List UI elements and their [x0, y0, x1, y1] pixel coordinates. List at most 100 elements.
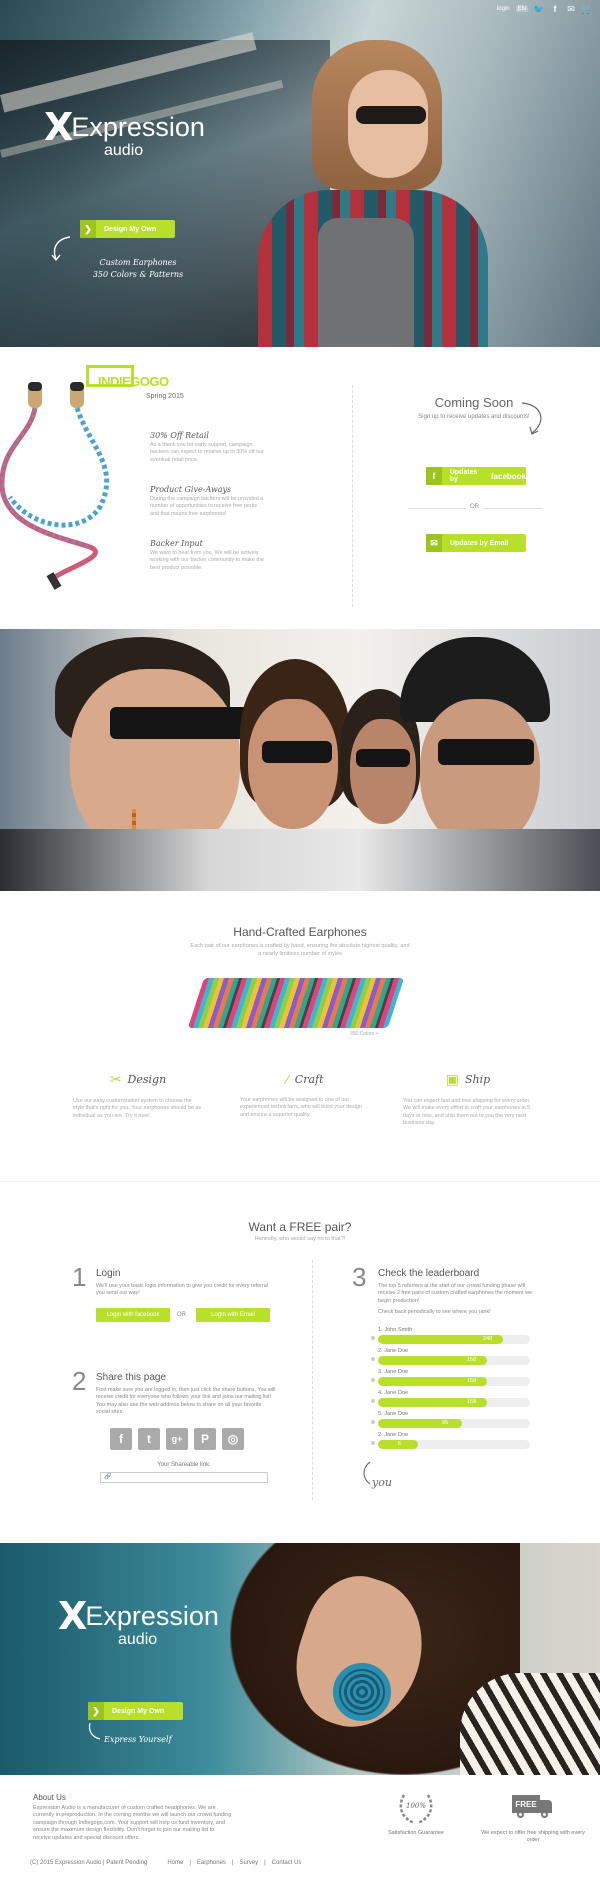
earphone-cables-image [187, 978, 405, 1028]
footer: About Us Expression Audio is a manufactu… [0, 1775, 600, 1877]
leaderboard-name: 2. Jane Doe [378, 1348, 409, 1354]
hero-tagline: Custom Earphones 350 Colors & Patterns [92, 258, 184, 279]
mail-icon[interactable]: ✉ [566, 4, 576, 14]
link-icon: 🔗 [104, 1474, 112, 1480]
shareable-link-input[interactable]: 🔗 [100, 1472, 268, 1483]
about-text: Expression Audio is a manufacturer of cu… [33, 1805, 232, 1841]
rank-dot [371, 1441, 375, 1445]
photo-person-face [350, 719, 416, 824]
login-with-email-button[interactable]: Login with Email [196, 1308, 270, 1322]
perk-item: 30% Off Retail As a thank you for early … [150, 431, 264, 463]
curved-arrow-icon [521, 402, 542, 435]
photo-sunglasses [438, 739, 534, 765]
google-plus-share-icon[interactable]: g+ [166, 1428, 188, 1450]
utensils-icon: ✂ [109, 1071, 122, 1087]
leaderboard-bar-track: 158 [378, 1398, 530, 1407]
facebook-icon[interactable]: f [550, 4, 560, 14]
design-my-own-button[interactable]: ❯ Design My Own [88, 1702, 183, 1720]
perk-item: Backer Input We want to hear from you. W… [150, 539, 264, 571]
hero-section: login EN 🐦 f ✉ 🛒 X Expression audio ❯ De… [0, 0, 600, 347]
section-subtitle: Honestly, who would say no to that?! [254, 1236, 346, 1242]
section-divider [312, 1260, 313, 1500]
indiegogo-badge: INDIEGOGO Spring 2015 [86, 365, 184, 400]
pinterest-share-icon[interactable]: P [194, 1428, 216, 1450]
feature-ship: ▣ Ship You can expect fast and free ship… [403, 1071, 531, 1126]
login-with-facebook-button[interactable]: Login with facebook [96, 1308, 170, 1322]
step-number: 1 [72, 1262, 87, 1292]
model-shirt [460, 1673, 600, 1775]
updates-by-email-button[interactable]: ✉ Updates by Email [426, 534, 526, 552]
perk-item: Product Give-Aways During the campaign b… [150, 485, 264, 517]
leaderboard-name: 3. Jane Doe [378, 1369, 409, 1375]
leaderboard-bar-track: 158 [378, 1356, 530, 1365]
cart-icon[interactable]: 🛒 [581, 4, 592, 14]
friends-photo [0, 629, 600, 891]
brand-logo[interactable]: X Expression audio [58, 1597, 219, 1649]
mail-icon: ✉ [426, 534, 442, 552]
leaderboard-name: 1. John Smith [378, 1327, 413, 1333]
about-title: About Us [33, 1793, 66, 1802]
leaderboard-bar-track: 158 [378, 1377, 530, 1386]
leaderboard-score: 6 [398, 1441, 402, 1447]
step-text: First make sure you are logged in, then … [96, 1387, 276, 1415]
leaderboard-score: 158 [467, 1399, 477, 1405]
step-number: 2 [72, 1366, 87, 1396]
facebook-share-icon[interactable]: f [110, 1428, 132, 1450]
leaderboard-score: 158 [467, 1378, 477, 1384]
cables-caption: 350 Colors + [350, 1031, 379, 1037]
rank-dot [371, 1420, 375, 1424]
hero-bottom-section: X Expression audio ❯ Design My Own Expre… [0, 1543, 600, 1775]
social-share-row: f t g+ P ◎ [110, 1428, 244, 1450]
leaderboard-row: 3. Jane Doe 158 [371, 1369, 530, 1386]
brand-logo[interactable]: X Expression audio [44, 108, 205, 160]
leaderboard-score: 158 [467, 1357, 477, 1363]
updates-by-facebook-button[interactable]: f Updates by facebook [426, 467, 526, 485]
copyright-text: (C) 2015 Expression Audio | Patent Pendi… [30, 1860, 148, 1866]
leaderboard-bar-track: 95 [378, 1419, 530, 1428]
hand-crafted-section: Hand-Crafted Earphones Each pair of our … [0, 891, 600, 1181]
top-bar: login EN 🐦 f ✉ 🛒 [497, 4, 593, 15]
leaderboard-row: 4. Jane Doe 158 [371, 1390, 530, 1407]
footer-link-home[interactable]: Home [167, 1860, 183, 1866]
leaderboard-name: 4. Jane Doe [378, 1390, 409, 1396]
step-text: The top 5 referrers at the start of our … [378, 1283, 533, 1304]
facebook-icon: f [426, 467, 442, 485]
rank-dot [371, 1399, 375, 1403]
footer-link-survey[interactable]: Survey [239, 1860, 258, 1866]
hero-tagline: Express Yourself [104, 1735, 172, 1744]
twitter-share-icon[interactable]: t [138, 1428, 160, 1450]
leaderboard-name: 2. Jane Doe [378, 1432, 409, 1438]
hero-model-face [348, 70, 428, 178]
leaderboard-score: 95 [442, 1420, 449, 1426]
design-my-own-button[interactable]: ❯ Design My Own [80, 220, 175, 238]
footer-bottom-bar: (C) 2015 Expression Audio | Patent Pendi… [30, 1860, 302, 1866]
needle-icon: ∕ [286, 1071, 289, 1087]
leaderboard: 1. John Smith 240 2. Jane Doe 158 3. Jane Do… [371, 1327, 530, 1453]
footer-link-earphones[interactable]: Earphones [197, 1860, 226, 1866]
box-icon: ▣ [445, 1071, 460, 1087]
instagram-share-icon[interactable]: ◎ [222, 1428, 244, 1450]
free-truck-icon: FREE [512, 1795, 554, 1819]
hero-model-sunglasses [356, 106, 426, 124]
section-subtitle: Each pair of our earphones is crafted by… [190, 943, 410, 957]
section-title: Want a FREE pair? [248, 1220, 352, 1234]
step-text: We'll use your basic login information t… [96, 1283, 269, 1297]
photo-sunglasses [356, 749, 410, 767]
logo-wordmark: Expression [85, 1600, 219, 1631]
curved-arrow-icon [88, 1722, 101, 1740]
rank-dot [371, 1378, 375, 1382]
login-link[interactable]: login [497, 6, 510, 12]
hero-model-tank [318, 218, 414, 347]
footer-link-contact[interactable]: Contact Us [272, 1860, 302, 1866]
guarantee-label: Satisfaction Guarantee [388, 1830, 444, 1836]
chevron-right-icon: ❯ [80, 220, 96, 238]
curved-arrow-icon [363, 1461, 371, 1485]
logo-wordmark: Expression [71, 111, 205, 142]
photo-person-face [420, 699, 540, 849]
language-select[interactable]: EN [515, 6, 528, 12]
photo-shoulders [0, 829, 600, 891]
step-number: 3 [352, 1262, 367, 1292]
leaderboard-row: 5. Jane Doe 95 [371, 1411, 530, 1428]
guarantee-percent: 100% [405, 1802, 426, 1810]
twitter-icon[interactable]: 🐦 [533, 4, 544, 14]
